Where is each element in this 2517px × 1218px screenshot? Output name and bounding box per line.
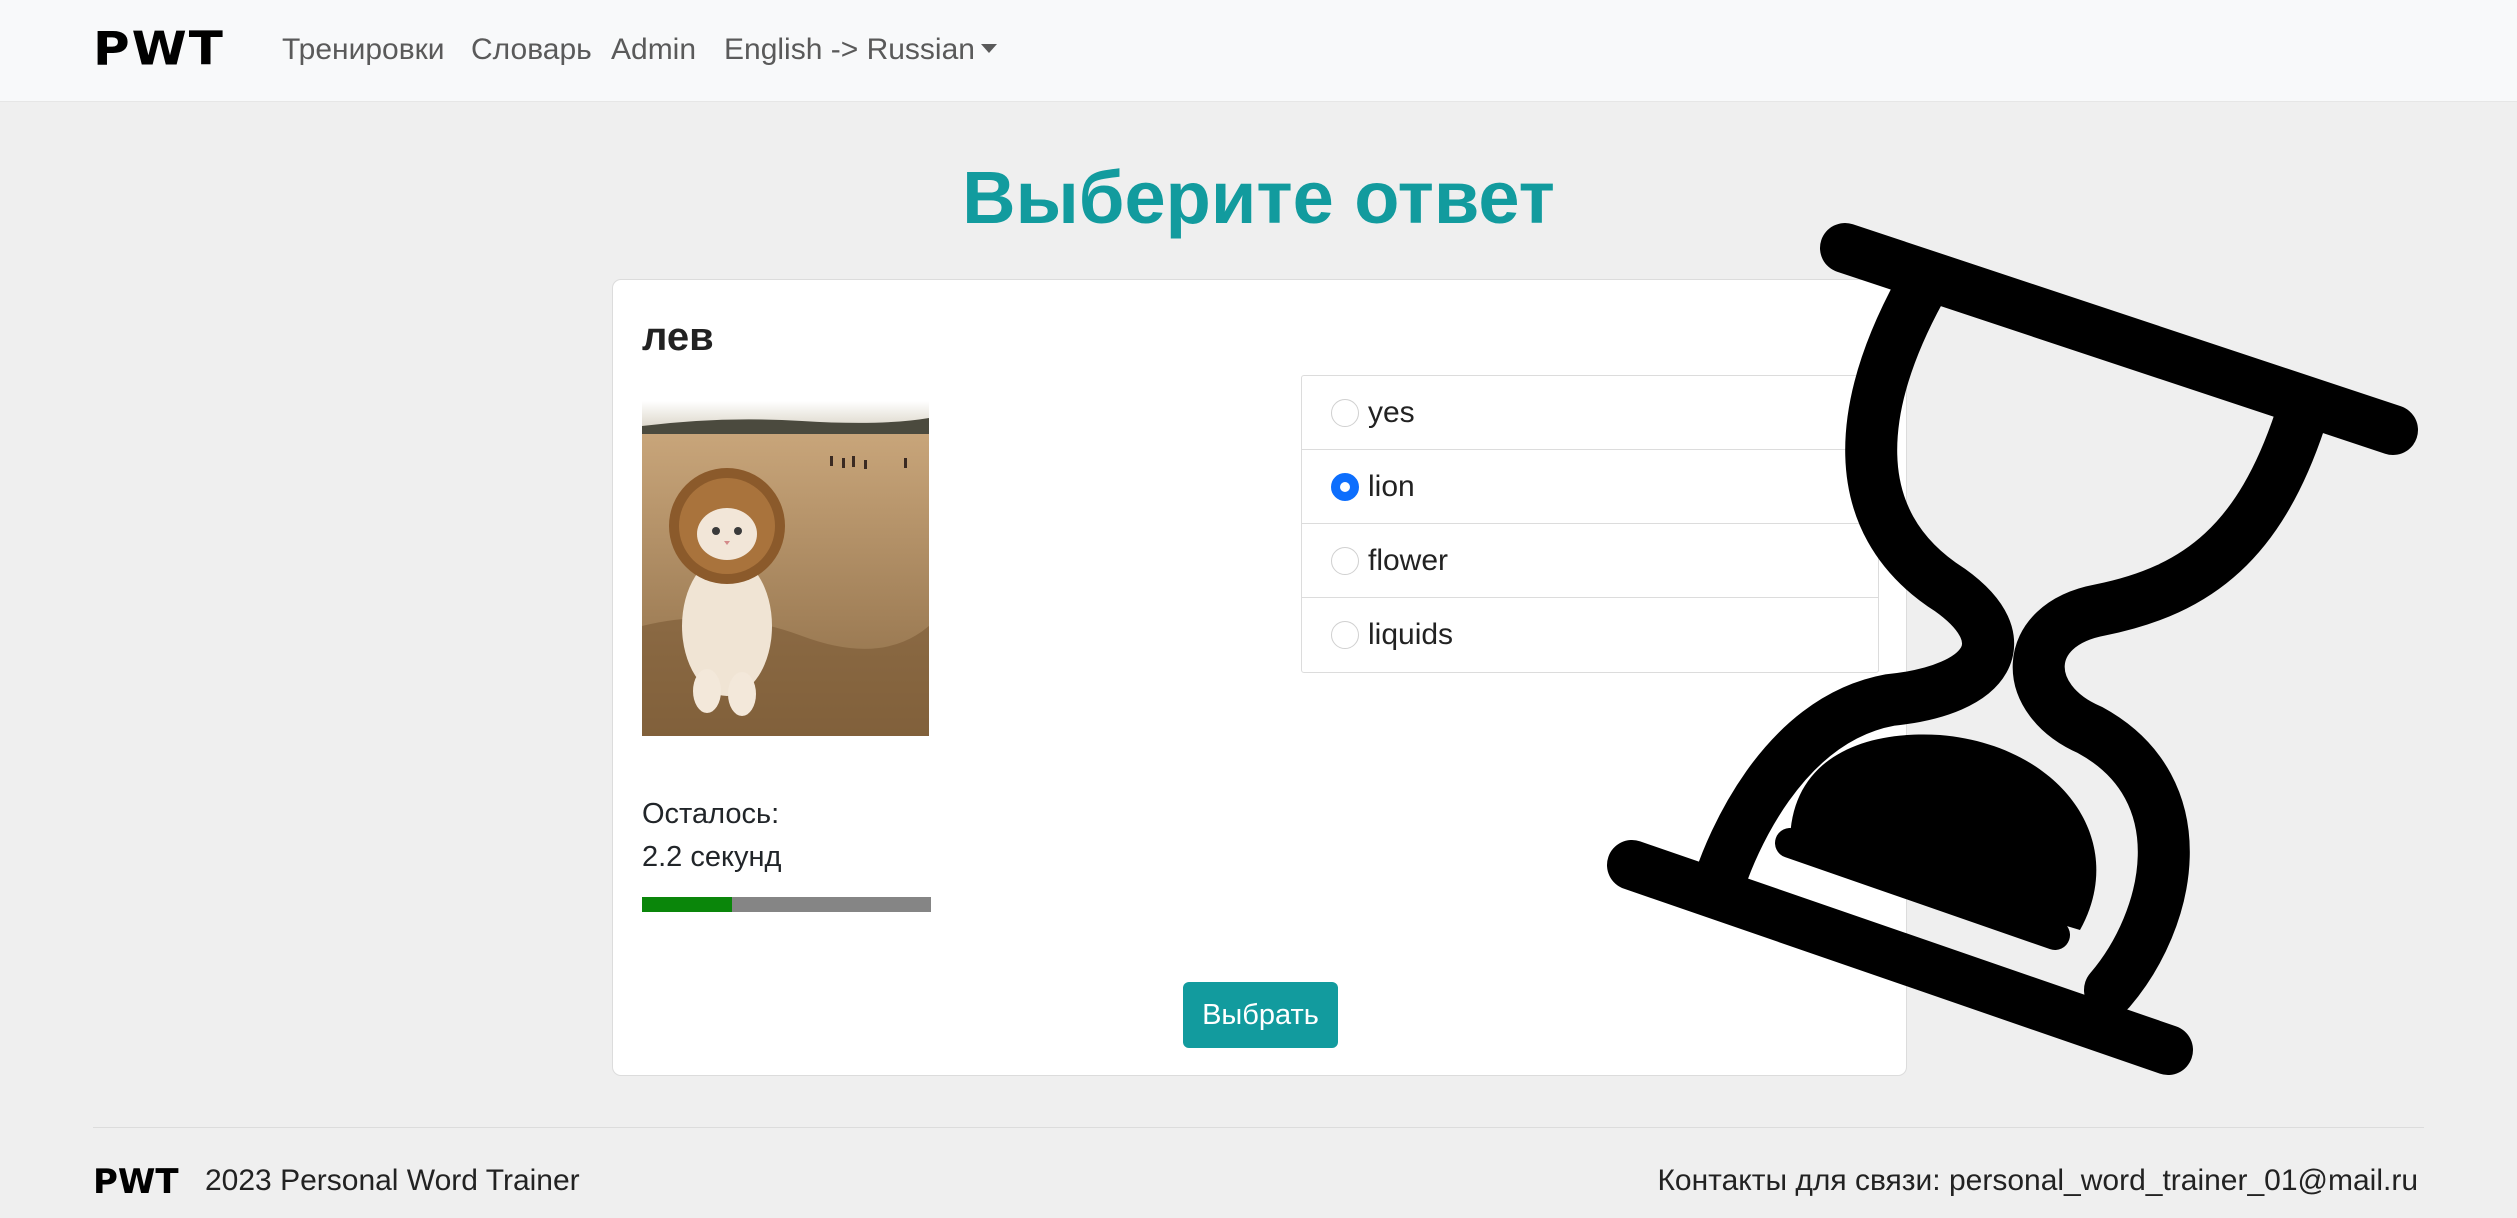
lion-cat-image: [642, 376, 929, 736]
answer-option[interactable]: yes: [1302, 376, 1878, 450]
quiz-word: лев: [642, 315, 714, 359]
answer-option-label: lion: [1368, 470, 1415, 503]
time-remaining-label: Осталось:: [642, 798, 780, 830]
radio-button[interactable]: [1331, 621, 1359, 649]
submit-button[interactable]: Выбрать: [1183, 982, 1338, 1048]
nav-dictionary[interactable]: Словарь: [471, 33, 592, 67]
answer-option-label: yes: [1368, 396, 1415, 429]
answer-option[interactable]: flower: [1302, 524, 1878, 598]
radio-button[interactable]: [1331, 547, 1359, 575]
time-remaining-value: 2.2 секунд: [642, 841, 782, 873]
answer-option-label: flower: [1368, 544, 1449, 577]
caret-down-icon: [980, 43, 997, 53]
nav-trainings[interactable]: Тренировки: [282, 33, 445, 67]
footer-brand: PWT: [93, 1162, 179, 1202]
time-progress-bar: [642, 897, 931, 912]
answer-option[interactable]: liquids: [1302, 598, 1878, 672]
radio-button[interactable]: [1331, 473, 1359, 501]
time-progress-fill: [642, 897, 732, 912]
language-dropdown-label: English -> Russian: [724, 33, 975, 66]
answer-option[interactable]: lion: [1302, 450, 1878, 524]
nav-admin[interactable]: Admin: [611, 33, 696, 67]
footer-divider: [93, 1127, 2424, 1128]
footer-copyright: 2023 Personal Word Trainer: [205, 1164, 580, 1197]
radio-button[interactable]: [1331, 399, 1359, 427]
brand-logo[interactable]: PWT: [93, 22, 225, 75]
quiz-card: лев Осталось: 2.2 секунд yes lion flower…: [612, 279, 1907, 1076]
footer-contact[interactable]: Контакты для связи: personal_word_traine…: [1657, 1164, 2418, 1198]
language-dropdown[interactable]: English -> Russian: [724, 33, 997, 67]
answer-options: yes lion flower liquids: [1301, 375, 1879, 673]
page-title: Выберите ответ: [962, 156, 1555, 239]
navbar: PWT Тренировки Словарь Admin English -> …: [0, 0, 2517, 102]
answer-option-label: liquids: [1368, 618, 1454, 651]
